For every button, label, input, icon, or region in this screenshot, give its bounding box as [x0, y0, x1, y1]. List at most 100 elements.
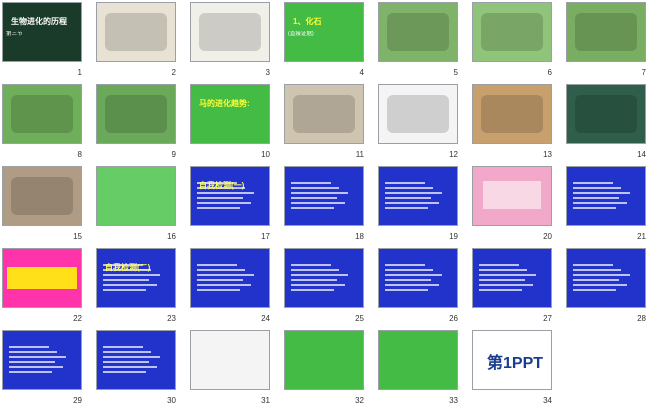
text-line — [573, 284, 628, 286]
slide-number: 1 — [77, 68, 82, 77]
text-line — [197, 279, 243, 281]
slide-thumbnail[interactable] — [2, 330, 82, 390]
text-lines — [103, 343, 169, 376]
slide-number: 23 — [167, 314, 176, 323]
slide-thumbnail[interactable] — [284, 330, 364, 390]
slide-thumbnail[interactable] — [378, 330, 458, 390]
text-lines — [479, 261, 545, 294]
slide-thumbnail[interactable]: 自我检测(一) — [190, 166, 270, 226]
slide-image — [575, 95, 637, 133]
slide-thumbnail[interactable] — [2, 248, 82, 308]
slide-thumbnail[interactable] — [378, 166, 458, 226]
text-line — [103, 284, 158, 286]
text-line — [9, 356, 66, 358]
slide-thumbnail[interactable] — [284, 84, 364, 144]
slide-number: 4 — [359, 68, 364, 77]
slide-number: 10 — [261, 150, 270, 159]
slide-thumbnail[interactable] — [284, 248, 364, 308]
slide-thumbnail[interactable] — [378, 248, 458, 308]
slide-thumbnail[interactable] — [2, 84, 82, 144]
slide-thumbnail[interactable]: 自我检测(二) — [96, 248, 176, 308]
slide-image — [481, 95, 543, 133]
slide-thumbnail[interactable] — [566, 248, 646, 308]
text-line — [479, 284, 534, 286]
text-line — [479, 274, 536, 276]
slide-thumbnail[interactable] — [284, 166, 364, 226]
slide-thumbnail[interactable] — [566, 84, 646, 144]
slide-thumbnail[interactable] — [96, 166, 176, 226]
slide-number: 22 — [73, 314, 82, 323]
text-line — [103, 366, 158, 368]
slide-thumbnail[interactable] — [566, 2, 646, 62]
text-line — [103, 371, 146, 373]
text-line — [291, 197, 337, 199]
slide-title: 1、化石 — [293, 17, 322, 26]
text-lines — [291, 261, 357, 294]
slide-thumbnail[interactable] — [472, 248, 552, 308]
slide-thumbnail[interactable] — [96, 84, 176, 144]
slide-thumbnail[interactable] — [566, 166, 646, 226]
slide-image — [481, 13, 543, 51]
slide-image — [11, 95, 73, 133]
slide-number: 28 — [637, 314, 646, 323]
slide-number: 20 — [543, 232, 552, 241]
text-line — [103, 351, 152, 353]
slide-thumbnail[interactable] — [190, 330, 270, 390]
banner — [7, 267, 77, 289]
text-lines — [573, 179, 639, 212]
text-line — [573, 187, 622, 189]
slide-thumbnail[interactable] — [190, 248, 270, 308]
slide-number: 7 — [641, 68, 646, 77]
text-line — [291, 284, 346, 286]
text-line — [9, 371, 52, 373]
slide-number: 24 — [261, 314, 270, 323]
slide-thumbnail[interactable]: 马的进化趋势: — [190, 84, 270, 144]
text-line — [9, 366, 64, 368]
text-lines — [385, 261, 451, 294]
slide-thumbnail[interactable] — [96, 2, 176, 62]
slide-title: 第1PPT — [487, 355, 544, 372]
slide-thumbnail[interactable] — [2, 166, 82, 226]
slide-image — [387, 13, 449, 51]
slide-thumbnail[interactable]: 第1PPT — [472, 330, 552, 390]
slide-title: 生物进化的历程 — [11, 17, 67, 26]
slide-number: 19 — [449, 232, 458, 241]
slide-thumbnail[interactable] — [472, 2, 552, 62]
slide-number: 26 — [449, 314, 458, 323]
text-line — [9, 351, 58, 353]
text-line — [197, 264, 237, 266]
text-line — [103, 274, 160, 276]
slide-number: 16 — [167, 232, 176, 241]
text-lines — [385, 179, 451, 212]
text-line — [479, 279, 525, 281]
slide-thumbnail[interactable] — [472, 166, 552, 226]
slide-thumbnail[interactable] — [472, 84, 552, 144]
slide-number: 13 — [543, 150, 552, 159]
text-line — [479, 289, 522, 291]
text-line — [573, 264, 613, 266]
text-line — [103, 289, 146, 291]
text-line — [291, 264, 331, 266]
text-line — [291, 182, 331, 184]
text-line — [291, 289, 334, 291]
slide-number: 32 — [355, 396, 364, 405]
slide-number: 6 — [547, 68, 552, 77]
slide-number: 29 — [73, 396, 82, 405]
text-line — [197, 274, 254, 276]
text-line — [385, 284, 440, 286]
text-line — [197, 289, 240, 291]
text-lines — [197, 261, 263, 294]
slide-thumbnail[interactable] — [96, 330, 176, 390]
slide-thumbnail[interactable]: 1、化石 (直接证据) — [284, 2, 364, 62]
slide-thumbnail[interactable] — [190, 2, 270, 62]
text-line — [197, 269, 246, 271]
slide-thumbnail[interactable] — [378, 84, 458, 144]
slide-number: 12 — [449, 150, 458, 159]
slide-thumbnail[interactable] — [378, 2, 458, 62]
text-line — [9, 346, 49, 348]
slide-number: 30 — [167, 396, 176, 405]
text-line — [103, 279, 149, 281]
text-line — [197, 202, 252, 204]
slide-number: 18 — [355, 232, 364, 241]
slide-thumbnail[interactable]: 生物进化的历程 第三节 — [2, 2, 82, 62]
